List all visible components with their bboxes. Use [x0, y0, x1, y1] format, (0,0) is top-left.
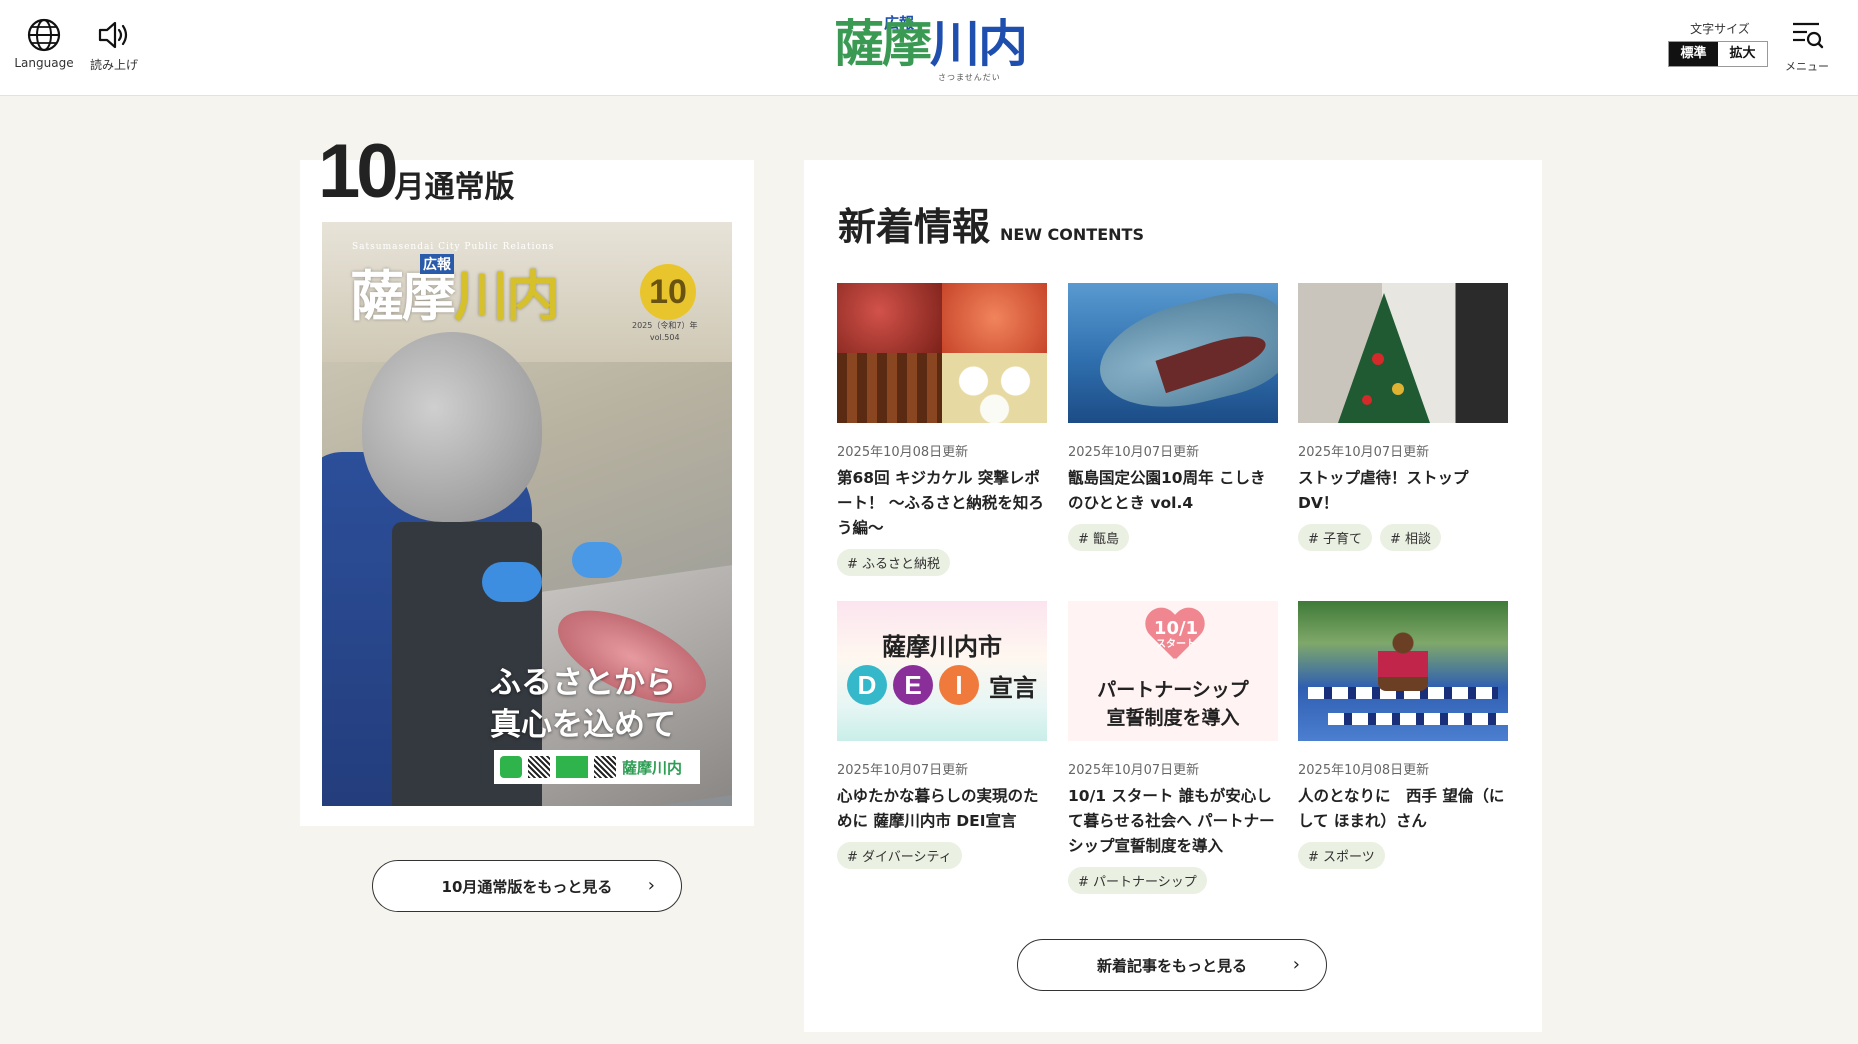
- news-tag[interactable]: # スポーツ: [1298, 842, 1385, 869]
- line-icon: [500, 756, 522, 778]
- qr-code-icon: [528, 756, 550, 778]
- language-label: Language: [14, 56, 74, 70]
- news-tag[interactable]: # 子育て: [1298, 524, 1373, 551]
- news-date: 2025年10月08日更新: [1298, 763, 1430, 778]
- globe-icon: [27, 18, 61, 52]
- news-more-button[interactable]: 新着記事をもっと見る ›: [1017, 939, 1327, 991]
- cover-issue-number: 10: [640, 264, 696, 320]
- read-aloud-label: 読み上げ: [89, 58, 138, 72]
- news-more-label: 新着記事をもっと見る: [1096, 956, 1247, 975]
- news-title[interactable]: 人のとなりに 西手 望倫（にして ほまれ）さん: [1298, 784, 1508, 834]
- thumb-partnership-line2: 宣誓制度を導入: [1106, 707, 1240, 729]
- thumb-partnership-date: 10/1 スタート: [1146, 618, 1206, 653]
- news-thumbnail[interactable]: 薩摩川内市 D E I 宣言: [837, 601, 1047, 741]
- news-date: 2025年10月07日更新: [1298, 445, 1430, 460]
- site-logo[interactable]: 広報 薩摩川内 さつませんだい: [830, 8, 1028, 88]
- news-heading-jp: 新着情報: [838, 205, 991, 249]
- thumb-partnership-start: スタート: [1156, 639, 1196, 650]
- issue-cover-image[interactable]: Satsumasendai City Public Relations 薩摩川内…: [322, 222, 732, 806]
- news-title[interactable]: 10/1 スタート 誰もが安心して暮らせる社会へ パートナーシップ宣誓制度を導入: [1068, 784, 1278, 859]
- font-size-large-button[interactable]: 拡大: [1718, 42, 1767, 66]
- thumb-partnership-day: 10/1: [1153, 618, 1199, 639]
- news-title[interactable]: 第68回 キジカケル 突撃レポート！ ～ふるさと納税を知ろう編～: [837, 466, 1047, 541]
- news-tag[interactable]: # ダイバーシティ: [837, 842, 962, 869]
- cover-english-title: Satsumasendai City Public Relations: [352, 242, 555, 252]
- news-card[interactable]: 薩摩川内市 D E I 宣言 2025年10月07日更新 心ゆたかな暮らしの実現…: [837, 601, 1047, 869]
- read-aloud-button[interactable]: 読み上げ: [76, 18, 152, 73]
- thumb-dei-i: I: [939, 665, 979, 705]
- cover-logo-yellow: 川内: [454, 264, 560, 328]
- news-tag[interactable]: # ふるさと納税: [837, 549, 951, 576]
- cover-footer-logo: 薩摩川内: [622, 758, 683, 777]
- cover-catchphrase: ふるさとから 真心を込めて: [490, 662, 676, 746]
- issue-more-label: 10月通常版をもっと見る: [441, 877, 613, 896]
- news-thumbnail[interactable]: [837, 283, 1047, 423]
- news-card[interactable]: 2025年10月07日更新 甑島国定公園10周年 こしきのひととき vol.4 …: [1068, 283, 1278, 551]
- issue-title-suffix: 月通常版: [394, 170, 515, 205]
- language-button[interactable]: Language: [6, 18, 82, 70]
- news-date: 2025年10月07日更新: [837, 763, 969, 778]
- cover-koho: 広報: [420, 254, 454, 274]
- news-date: 2025年10月07日更新: [1068, 763, 1200, 778]
- cover-meta: 2025（令和7）年 vol.504: [632, 320, 697, 344]
- cover-meta-vol: vol.504: [649, 333, 680, 342]
- news-tag[interactable]: # 相談: [1380, 524, 1442, 551]
- friend-add-icon: [556, 756, 588, 778]
- news-heading-en: NEW CONTENTS: [1000, 225, 1144, 244]
- news-title[interactable]: ストップ虐待！ストップDV！: [1298, 466, 1508, 516]
- logo-kana: さつませんだい: [938, 73, 1001, 82]
- thumb-dei-d: D: [847, 665, 887, 705]
- news-thumbnail[interactable]: [1068, 283, 1278, 423]
- qr-code-icon: [594, 756, 616, 778]
- thumb-partnership-line1: パートナーシップ: [1097, 679, 1249, 701]
- menu-button[interactable]: メニュー: [1784, 18, 1830, 74]
- news-card[interactable]: 10/1 スタート パートナーシップ 宣誓制度を導入 2025年10月07日更新…: [1068, 601, 1278, 894]
- news-card[interactable]: 2025年10月08日更新 人のとなりに 西手 望倫（にして ほまれ）さん # …: [1298, 601, 1508, 869]
- news-tag[interactable]: # パートナーシップ: [1068, 867, 1207, 894]
- news-card[interactable]: 2025年10月08日更新 第68回 キジカケル 突撃レポート！ ～ふるさと納税…: [837, 283, 1047, 576]
- issue-more-button[interactable]: 10月通常版をもっと見る ›: [372, 860, 682, 912]
- news-thumbnail[interactable]: [1298, 601, 1508, 741]
- logo-main-part2: 川内: [930, 14, 1028, 73]
- cover-catch-line1: ふるさとから: [490, 665, 676, 701]
- menu-search-icon: [1793, 22, 1824, 49]
- site-header: Language 読み上げ 広報 薩摩川内 さつませんだい 文字サイズ 標準 拡…: [0, 0, 1858, 96]
- thumb-dei-sengen: 宣言: [989, 673, 1037, 702]
- cover-catch-line2: 真心を込めて: [490, 707, 676, 743]
- menu-label: メニュー: [1785, 60, 1829, 73]
- news-thumbnail[interactable]: [1298, 283, 1508, 423]
- news-date: 2025年10月07日更新: [1068, 445, 1200, 460]
- issue-month-number: 10: [318, 129, 399, 214]
- thumb-dei-e: E: [893, 665, 933, 705]
- news-heading: 新着情報 NEW CONTENTS: [838, 196, 1144, 251]
- cover-meta-year: 2025（令和7）年: [632, 321, 698, 330]
- news-date: 2025年10月08日更新: [837, 445, 969, 460]
- cover-logo: 薩摩川内: [350, 252, 560, 331]
- news-title[interactable]: 甑島国定公園10周年 こしきのひととき vol.4: [1068, 466, 1278, 516]
- logo-main: 薩摩川内: [834, 14, 1028, 74]
- cover-footer: 薩摩川内: [494, 750, 700, 784]
- font-size-caption: 文字サイズ: [1690, 22, 1750, 36]
- issue-title: 10月通常版: [318, 128, 515, 215]
- chevron-right-icon: ›: [647, 875, 655, 896]
- news-thumbnail[interactable]: 10/1 スタート パートナーシップ 宣誓制度を導入: [1068, 601, 1278, 741]
- font-size-standard-button[interactable]: 標準: [1669, 42, 1718, 66]
- news-title[interactable]: 心ゆたかな暮らしの実現のために 薩摩川内市 DEI宣言: [837, 784, 1047, 834]
- chevron-right-icon: ›: [1292, 954, 1300, 975]
- news-card[interactable]: 2025年10月07日更新 ストップ虐待！ストップDV！ # 子育て # 相談: [1298, 283, 1508, 551]
- thumb-dei-city: 薩摩川内市: [882, 633, 1002, 661]
- speaker-icon: [98, 21, 128, 49]
- font-size-switcher: 文字サイズ 標準 拡大: [1668, 20, 1768, 67]
- news-tag[interactable]: # 甑島: [1068, 524, 1130, 551]
- logo-main-part1: 薩摩: [834, 14, 932, 73]
